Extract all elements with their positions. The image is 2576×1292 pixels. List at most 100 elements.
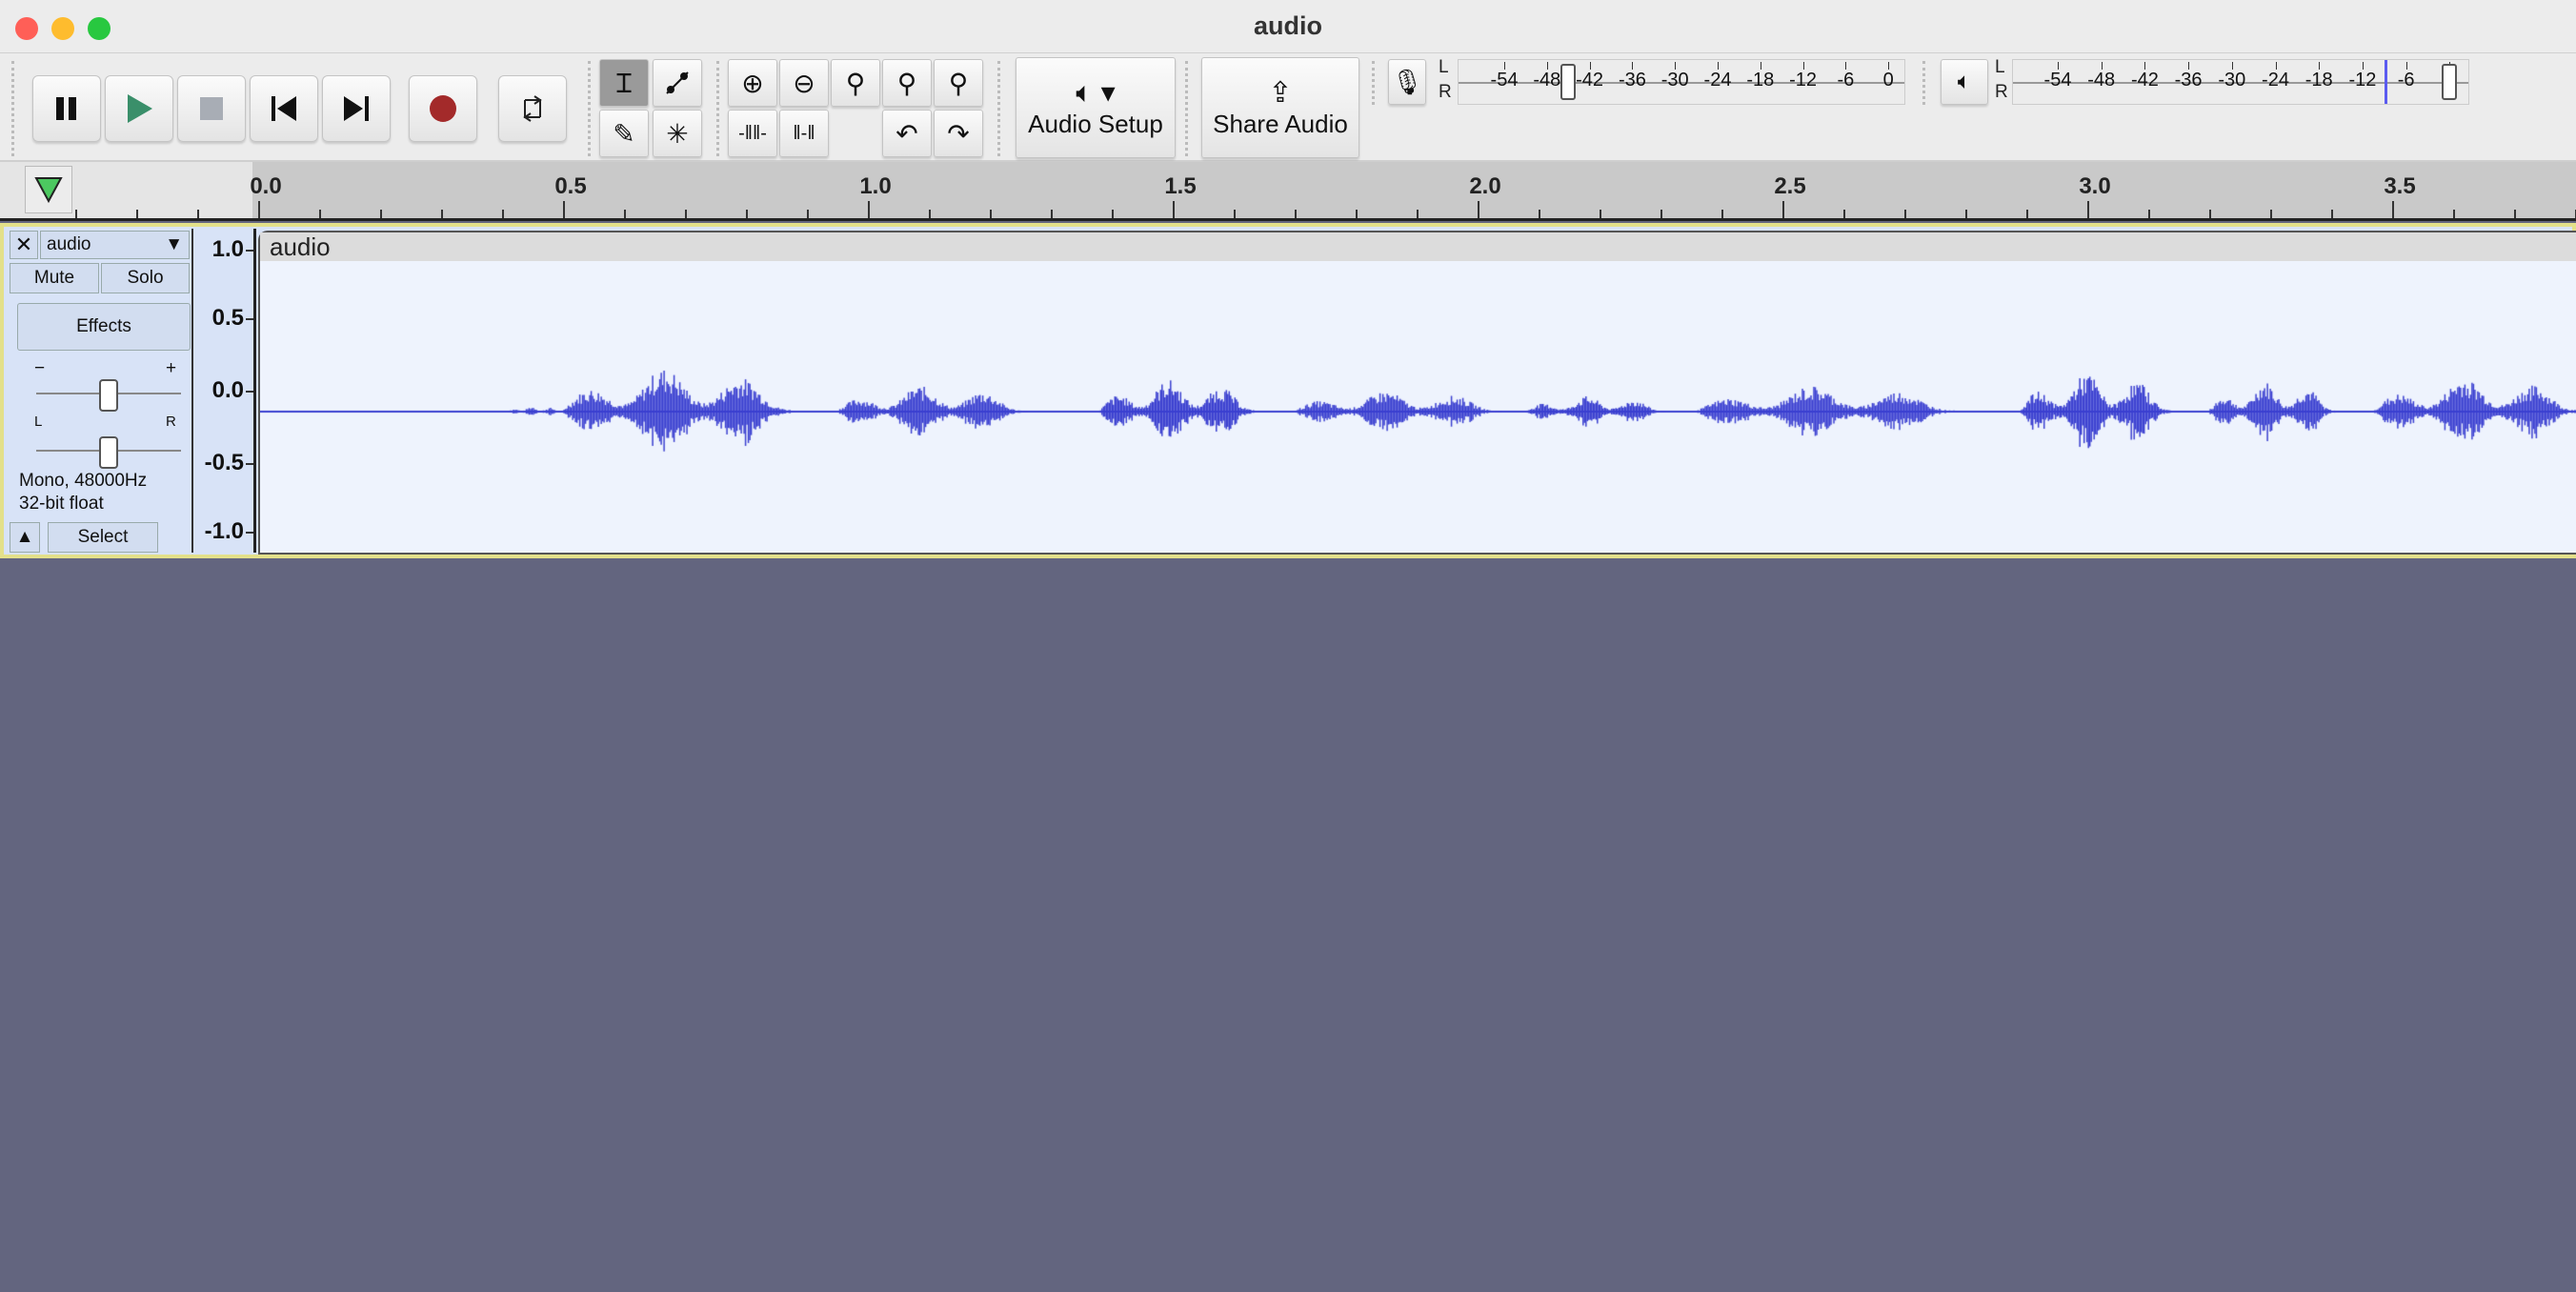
meter-tick-label: 0 — [1882, 70, 1894, 91]
waveform[interactable] — [260, 261, 2576, 553]
record-button[interactable] — [409, 75, 477, 142]
toolbar-grip[interactable] — [1372, 61, 1376, 105]
select-track-button[interactable]: Select — [48, 522, 158, 553]
meter-tick-mark — [1888, 62, 1890, 70]
meter-tick-mark — [1675, 62, 1677, 70]
ruler-label: 2.5 — [1774, 173, 1806, 199]
timeline-ruler[interactable]: 0.0 0.5 1.0 1.5 2.0 2.5 3.0 3.5 — [0, 162, 2576, 221]
selection-tool-button[interactable]: Ɪ — [599, 59, 649, 107]
ruler-tick — [441, 210, 443, 218]
envelope-icon — [666, 71, 689, 94]
redo-icon: ↷ — [947, 118, 970, 149]
audio-setup-button[interactable]: 🔈︎ ▾ Audio Setup — [1016, 57, 1176, 158]
meter-tick-label: -48 — [1533, 70, 1561, 91]
title-bar: audio — [0, 0, 2576, 53]
draw-tool-button[interactable]: ✎ — [599, 110, 649, 157]
share-icon: ⇪ — [1268, 77, 1293, 109]
playback-meter-button[interactable]: 🔈︎ — [1941, 59, 1988, 105]
collapse-track-button[interactable]: ▲ — [10, 522, 40, 553]
ruler-label: 2.0 — [1469, 173, 1501, 199]
fit-selection-button[interactable]: ⚲ — [831, 59, 880, 107]
pause-button[interactable] — [32, 75, 101, 142]
ruler-tick — [1356, 210, 1358, 218]
solo-button[interactable]: Solo — [101, 263, 190, 293]
ruler-tick — [2514, 210, 2516, 218]
recording-meter-button[interactable]: 🎙︎ — [1388, 59, 1426, 105]
ruler-tick — [929, 210, 931, 218]
meter-right-label: R — [1439, 82, 1452, 102]
close-icon: ✕ — [14, 232, 33, 256]
ruler-tick — [380, 210, 382, 218]
zoom-out-button[interactable]: ⊖ — [779, 59, 829, 107]
trim-audio-button[interactable]: -ǁǁ- — [728, 110, 777, 157]
ruler-label: 0.5 — [554, 173, 587, 199]
meter-tick-mark — [2405, 62, 2407, 70]
zoom-toggle-button[interactable]: ⚲ — [934, 59, 983, 107]
toolbar-grip[interactable] — [588, 61, 592, 156]
toolbar-grip[interactable] — [1922, 61, 1926, 105]
meter-slider-thumb[interactable] — [2442, 64, 2458, 100]
ruler-tick — [807, 210, 809, 218]
meter-left-label: L — [1995, 57, 2005, 77]
toolbar-grip[interactable] — [1185, 61, 1189, 156]
stop-button[interactable] — [177, 75, 246, 142]
ruler-tick — [258, 201, 260, 218]
ruler-label: 1.5 — [1164, 173, 1197, 199]
close-track-button[interactable]: ✕ — [10, 231, 38, 259]
share-audio-button[interactable]: ⇪ Share Audio — [1201, 57, 1359, 158]
track-menu-button[interactable]: audio ▼ — [40, 231, 190, 259]
amplitude-label: 0.5 — [211, 305, 244, 331]
toolbar-grip[interactable] — [716, 61, 720, 156]
amplitude-ruler[interactable]: 1.0 0.5 0.0 -0.5 -1.0 — [193, 229, 256, 553]
silence-icon: ǁ-ǁ — [793, 122, 815, 144]
ruler-tick — [1600, 210, 1601, 218]
ruler-tick — [2087, 201, 2089, 218]
pan-slider-thumb[interactable] — [99, 436, 118, 469]
mute-button[interactable]: Mute — [10, 263, 99, 293]
meter-tick-label: -6 — [2397, 70, 2415, 91]
loop-button[interactable] — [498, 75, 567, 142]
zoom-in-button[interactable]: ⊕ — [728, 59, 777, 107]
zoom-toggle-icon: ⚲ — [948, 68, 969, 98]
ruler-tick — [1295, 210, 1297, 218]
undo-button[interactable]: ↶ — [882, 110, 932, 157]
redo-button[interactable]: ↷ — [934, 110, 983, 157]
meter-slider-thumb[interactable] — [1560, 64, 1577, 100]
audio-clip[interactable]: audio — [258, 231, 2576, 555]
undo-icon: ↶ — [896, 118, 918, 149]
clip-name-bar[interactable]: audio — [260, 232, 2576, 261]
effects-button[interactable]: Effects — [17, 303, 191, 351]
ruler-tick — [1782, 201, 1784, 218]
ruler-tick — [2270, 210, 2272, 218]
skip-to-start-button[interactable] — [250, 75, 318, 142]
ruler-tick — [868, 201, 870, 218]
multi-tool-button[interactable]: ✳ — [653, 110, 702, 157]
envelope-tool-button[interactable] — [653, 59, 702, 107]
meter-tick-label: -30 — [2218, 70, 2246, 91]
skip-to-end-icon — [344, 96, 369, 121]
toolbar-grip[interactable] — [11, 61, 15, 156]
toolbar-grip[interactable] — [997, 61, 1001, 156]
amplitude-tick — [246, 318, 253, 320]
play-icon — [128, 94, 152, 123]
recording-meter[interactable]: -54 -48 -42 -36 -30 -24 -18 -12 -6 0 — [1458, 59, 1905, 105]
timeline-options-button[interactable] — [25, 166, 72, 213]
track-control-panel[interactable]: ✕ audio ▼ Mute Solo Effects − + L R Mono,… — [8, 229, 193, 553]
ruler-tick — [2331, 210, 2333, 218]
playback-meter[interactable]: -54-48-42-36-30-24-18-12-60 — [2012, 59, 2469, 105]
trim-icon: -ǁǁ- — [738, 122, 767, 144]
silence-audio-button[interactable]: ǁ-ǁ — [779, 110, 829, 157]
ruler-label: 0.0 — [250, 173, 282, 199]
gain-slider-thumb[interactable] — [99, 379, 118, 412]
meter-tick-mark — [2362, 62, 2364, 70]
fit-project-button[interactable]: ⚲ — [882, 59, 932, 107]
ruler-tick — [990, 210, 992, 218]
skip-to-end-button[interactable] — [322, 75, 391, 142]
ruler-tick — [1904, 210, 1906, 218]
meter-tick-label: -42 — [2130, 70, 2159, 91]
amplitude-label: -0.5 — [204, 450, 244, 475]
meter-left-label: L — [1439, 57, 1449, 77]
meter-tick-mark — [1589, 62, 1591, 70]
speaker-icon: 🔈︎ — [1957, 69, 1972, 94]
play-button[interactable] — [105, 75, 173, 142]
